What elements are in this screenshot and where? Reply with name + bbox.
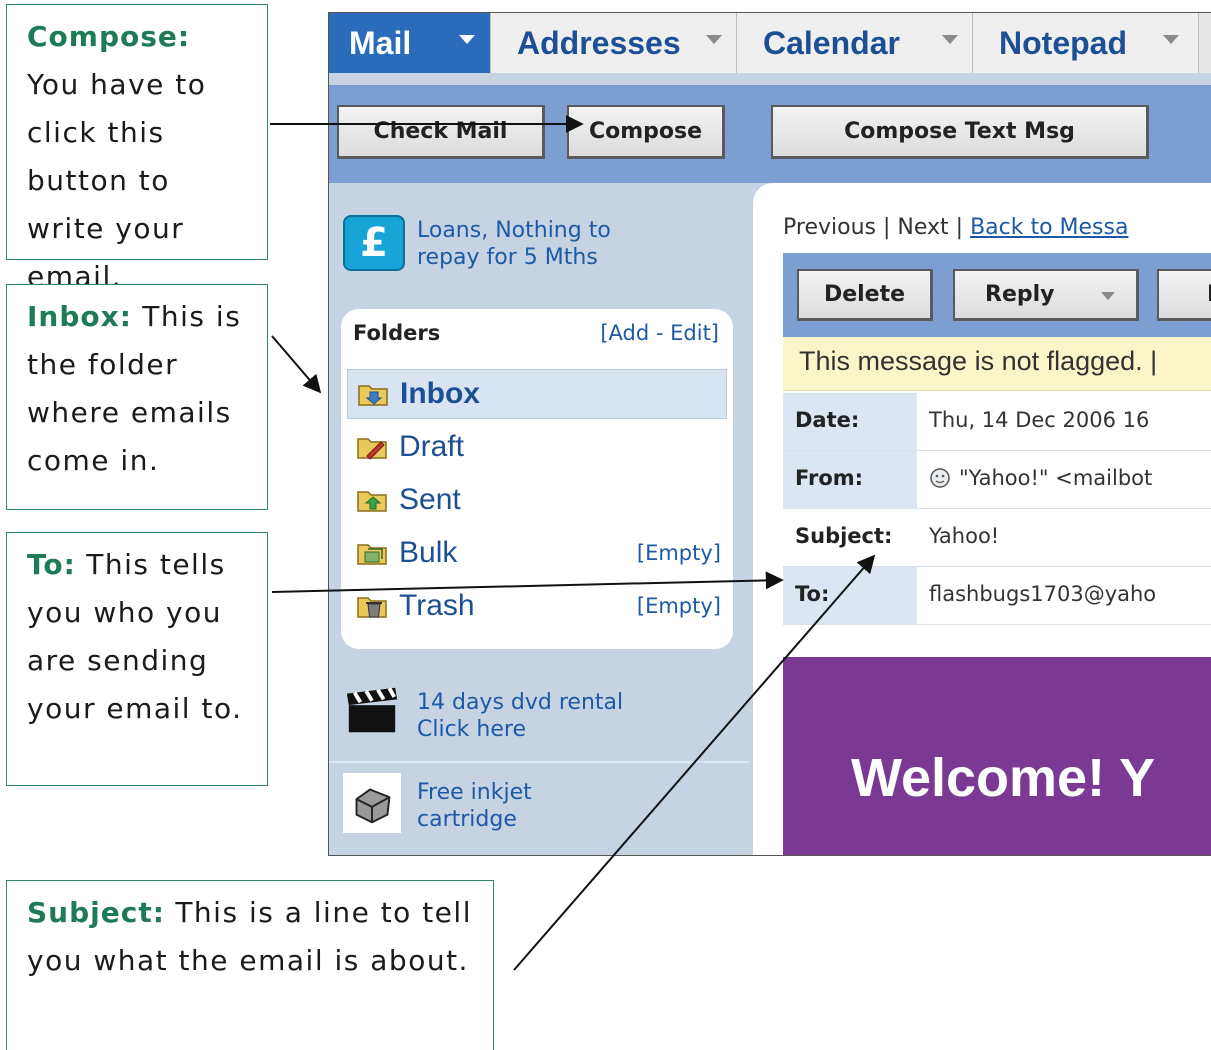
left-sidebar: £ Loans, Nothing to repay for 5 Mths Fol…	[329, 183, 749, 855]
inkjet-promo[interactable]: Free inkjet cartridge	[329, 773, 749, 837]
compose-callout-text: You have to click this button to write y…	[27, 68, 207, 293]
date-value: Thu, 14 Dec 2006 16	[929, 408, 1150, 432]
inbox-callout: Inbox: This is the folder where emails c…	[6, 284, 268, 510]
reply-label: Reply	[985, 282, 1055, 307]
message-nav: Previous | Next | Back to Messa	[783, 215, 1128, 240]
nav-separator: |	[948, 215, 971, 240]
sent-folder-icon	[357, 491, 387, 512]
header-row-date: Date: Thu, 14 Dec 2006 16	[783, 393, 1211, 451]
header-row-from: From: "Yahoo!" <mailbot	[783, 451, 1211, 509]
folder-inbox[interactable]: Inbox	[347, 369, 727, 419]
subject-callout: Subject: This is a line to tell you what…	[6, 880, 494, 1050]
folder-draft-label: Draft	[399, 430, 465, 463]
to-callout-term: To:	[27, 548, 76, 581]
draft-folder-icon	[357, 438, 387, 460]
chevron-down-icon[interactable]	[1163, 35, 1179, 44]
compose-callout: Compose: You have to click this button t…	[6, 4, 268, 293]
empty-trash-link[interactable]: [Empty]	[637, 594, 721, 618]
inbox-arrow	[271, 335, 322, 394]
folder-bulk-label: Bulk	[399, 536, 458, 569]
delete-button[interactable]: Delete	[797, 269, 933, 321]
inbox-folder-icon	[358, 385, 388, 406]
folder-bulk[interactable]: Bulk [Empty]	[347, 528, 727, 578]
inkjet-promo-text: Free inkjet cartridge	[417, 779, 532, 833]
previous-link[interactable]: Previous	[783, 215, 876, 240]
nav-separator: |	[875, 215, 898, 240]
tab-calendar-label: Calendar	[763, 24, 900, 61]
trash-folder-icon	[357, 597, 387, 618]
header-row-subject: Subject: Yahoo!	[783, 509, 1211, 567]
compose-button[interactable]: Compose	[567, 105, 725, 159]
message-pane: Previous | Next | Back to Messa Delete R…	[753, 183, 1211, 855]
inbox-callout-term: Inbox:	[27, 300, 132, 333]
clapperboard-icon	[346, 687, 398, 733]
folder-trash-label: Trash	[399, 589, 475, 622]
subject-value: Yahoo!	[929, 524, 1000, 548]
check-mail-button[interactable]: Check Mail	[337, 105, 545, 159]
message-toolbar: Delete Reply F	[783, 253, 1211, 337]
chevron-down-icon[interactable]	[1101, 292, 1115, 300]
folder-inbox-label: Inbox	[400, 377, 480, 410]
tab-mail[interactable]: Mail	[329, 13, 491, 73]
reply-button[interactable]: Reply	[953, 269, 1139, 321]
loans-promo[interactable]: £ Loans, Nothing to repay for 5 Mths	[329, 213, 749, 277]
chevron-down-icon[interactable]	[942, 35, 958, 44]
loans-promo-line1: Loans, Nothing to	[417, 218, 611, 243]
tab-calendar[interactable]: Calendar	[737, 13, 973, 73]
tab-addresses[interactable]: Addresses	[491, 13, 737, 73]
tab-addresses-label: Addresses	[517, 24, 681, 61]
date-label: Date:	[783, 393, 917, 450]
welcome-banner: Welcome! Y	[783, 657, 1211, 855]
inkjet-promo-line1: Free inkjet	[417, 780, 532, 805]
to-value[interactable]: flashbugs1703@yaho	[929, 582, 1156, 606]
loans-promo-line2: repay for 5 Mths	[417, 245, 598, 270]
subject-label: Subject:	[795, 524, 893, 548]
back-to-messages-link[interactable]: Back to Messa	[970, 215, 1128, 240]
add-edit-folders-link[interactable]: [Add - Edit]	[600, 321, 719, 345]
inkjet-promo-line2: cartridge	[417, 807, 517, 832]
folders-header: Folders	[353, 321, 441, 345]
divider	[329, 761, 749, 763]
folder-trash[interactable]: Trash [Empty]	[347, 581, 727, 631]
flag-status-bar: This message is not flagged. |	[783, 337, 1211, 391]
tab-notepad[interactable]: Notepad	[973, 13, 1199, 73]
header-row-to: To: flashbugs1703@yaho	[783, 567, 1211, 625]
dvd-promo-line1: 14 days dvd rental	[417, 690, 624, 715]
forward-label: F	[1207, 282, 1211, 307]
next-link[interactable]: Next	[897, 215, 948, 240]
to-label: To:	[783, 567, 917, 624]
bulk-folder-icon	[357, 544, 387, 565]
empty-bulk-link[interactable]: [Empty]	[637, 541, 721, 565]
forward-button[interactable]: F	[1157, 269, 1211, 321]
to-callout: To: This tells you who you are sending y…	[6, 532, 268, 786]
mail-client-screenshot: Mail Addresses Calendar Notepad Check Ma…	[328, 12, 1211, 856]
from-label: From:	[783, 451, 917, 508]
printer-icon	[343, 773, 401, 833]
tab-bar: Mail Addresses Calendar Notepad	[329, 13, 1211, 73]
tab-mail-label: Mail	[349, 24, 412, 61]
smiley-icon	[930, 468, 950, 488]
dvd-promo-text: 14 days dvd rental Click here	[417, 689, 623, 743]
folder-sent[interactable]: Sent	[347, 475, 727, 525]
chevron-down-icon[interactable]	[706, 35, 722, 44]
compose-text-msg-button[interactable]: Compose Text Msg	[771, 105, 1149, 159]
chevron-down-icon[interactable]	[459, 35, 475, 44]
folders-panel: Folders [Add - Edit] Inbox Draft Sent Bu…	[341, 309, 733, 649]
mail-toolbar: Check Mail Compose Compose Text Msg	[329, 85, 1211, 183]
folder-draft[interactable]: Draft	[347, 422, 727, 472]
from-value[interactable]: "Yahoo!" <mailbot	[959, 466, 1152, 490]
dvd-rental-promo[interactable]: 14 days dvd rental Click here	[329, 683, 749, 747]
dvd-promo-line2: Click here	[417, 717, 526, 742]
pound-icon: £	[343, 215, 405, 271]
folder-sent-label: Sent	[399, 483, 461, 516]
compose-callout-term: Compose:	[27, 20, 191, 53]
loans-promo-text: Loans, Nothing to repay for 5 Mths	[417, 217, 611, 271]
tab-notepad-label: Notepad	[999, 24, 1127, 61]
subject-callout-term: Subject:	[27, 896, 165, 929]
